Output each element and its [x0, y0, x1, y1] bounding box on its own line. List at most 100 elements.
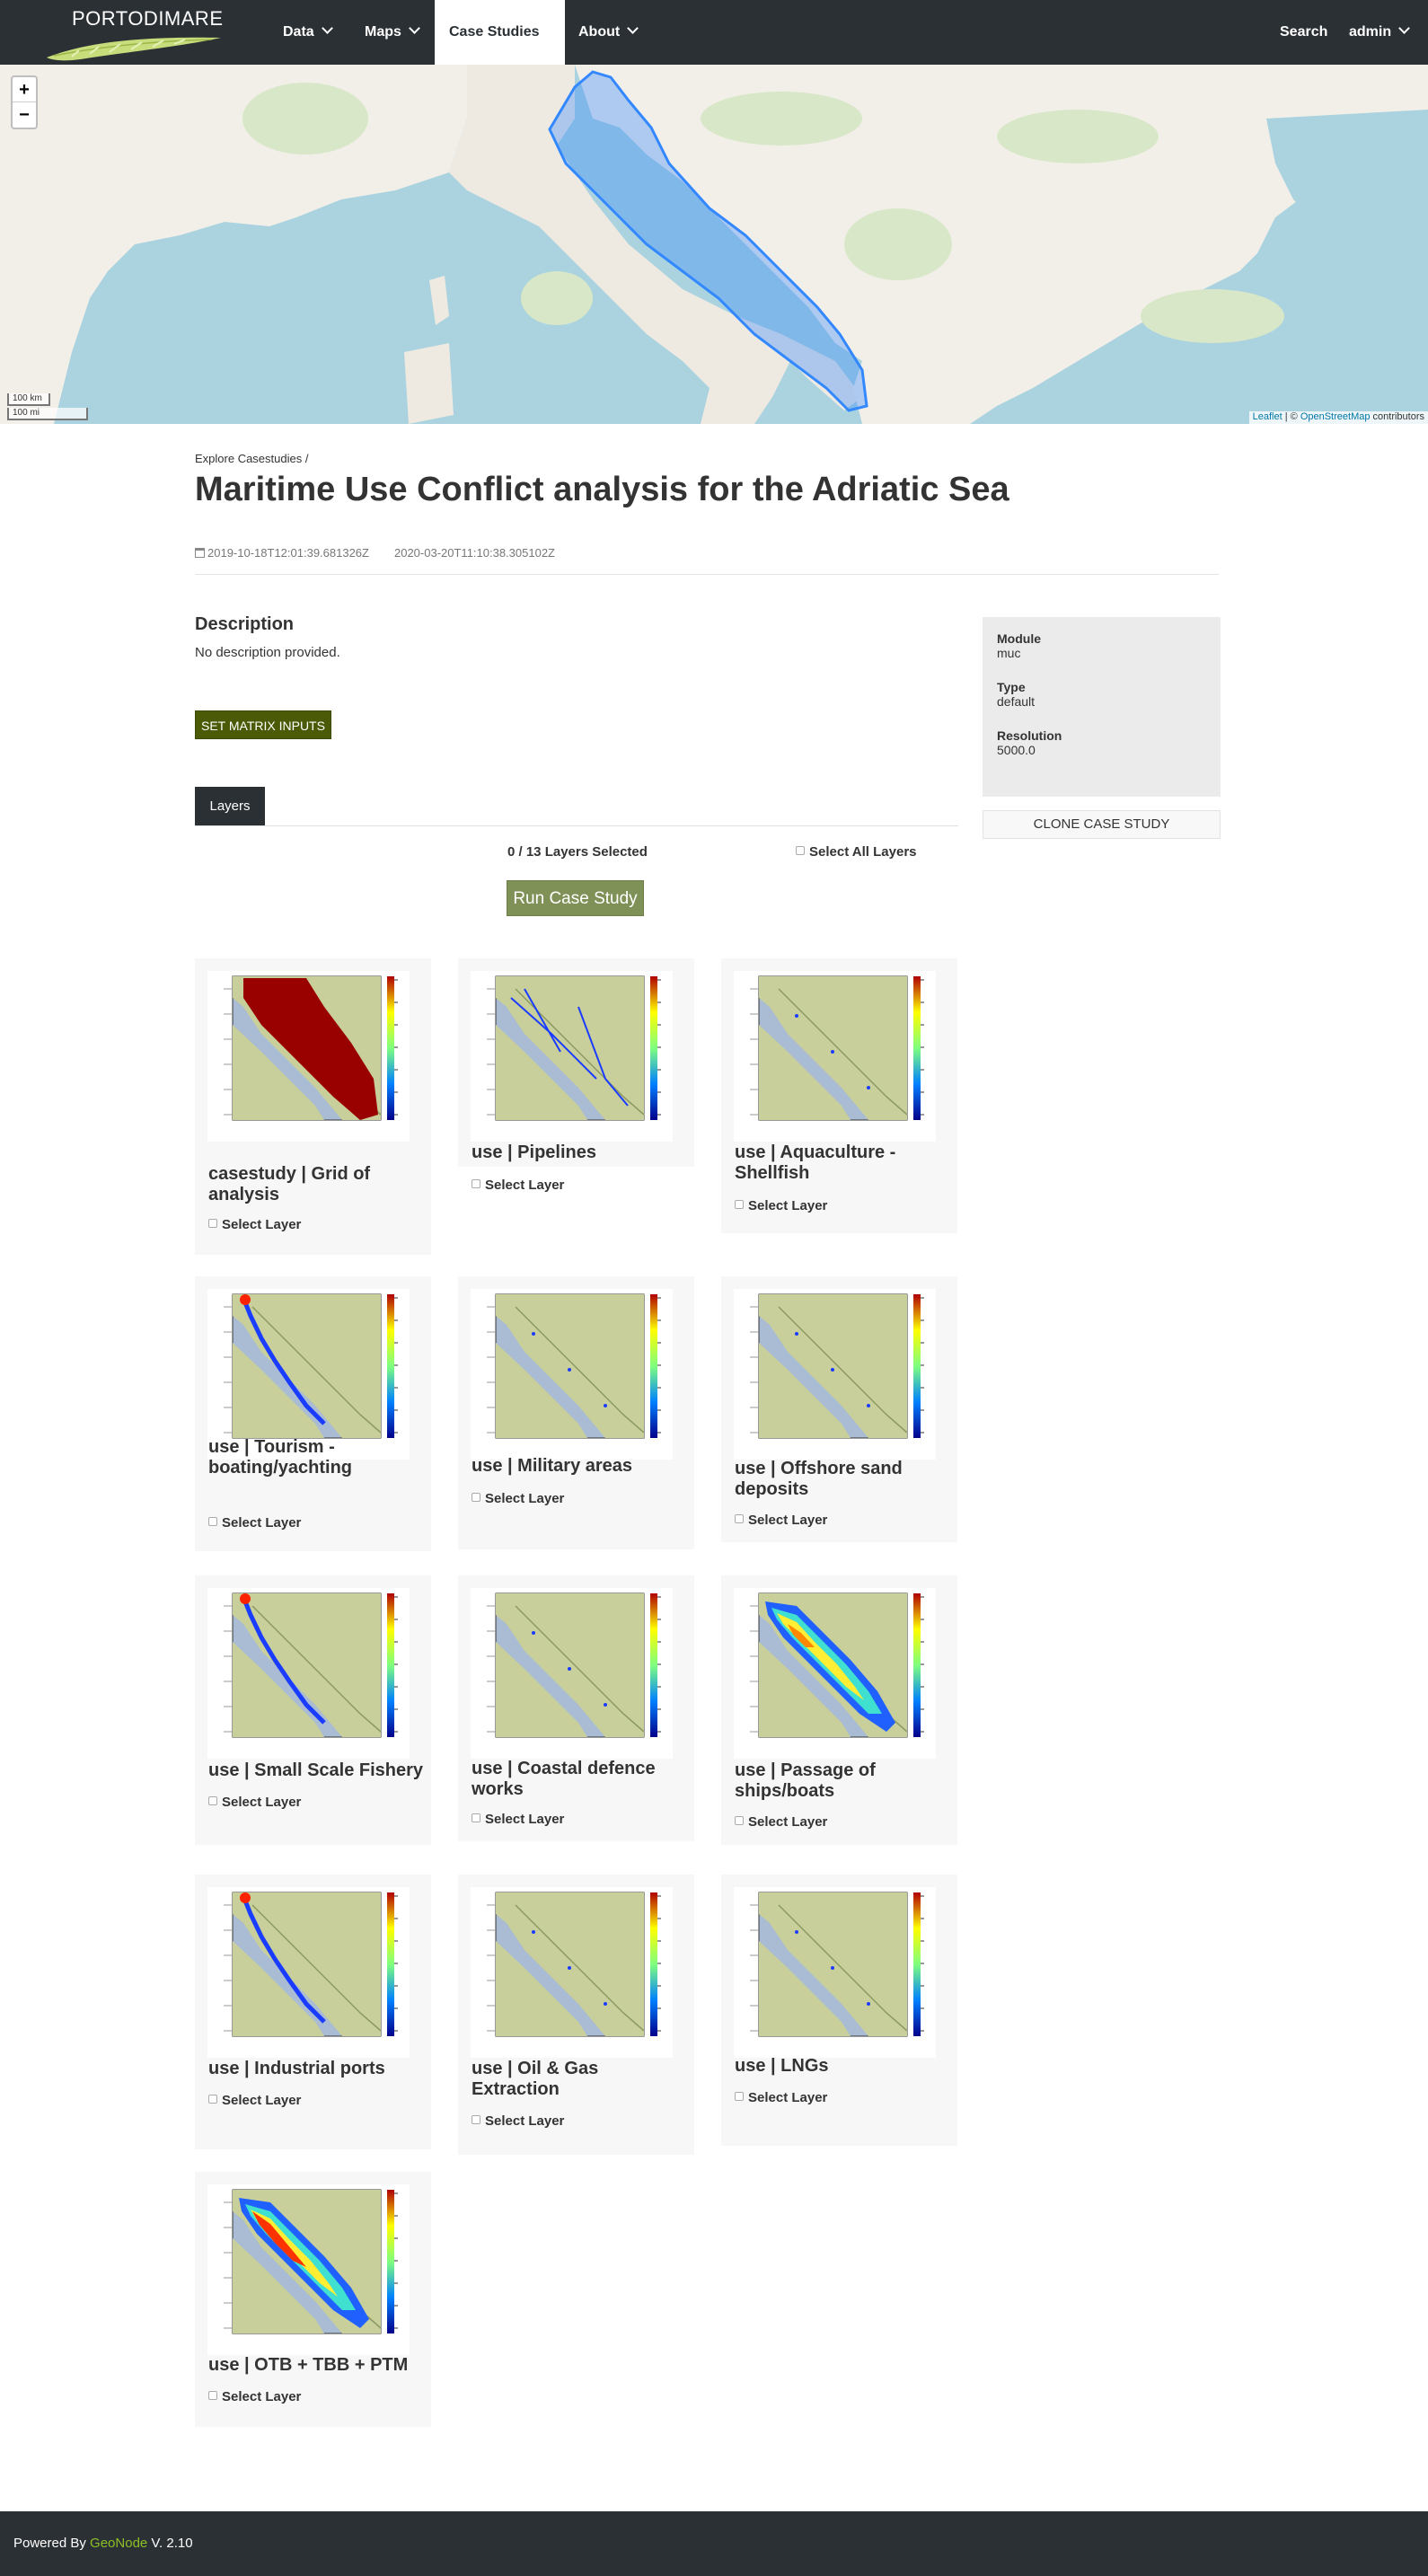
select-all-checkbox[interactable] — [796, 846, 805, 856]
nav-user-menu[interactable]: admin — [1335, 0, 1423, 65]
zoom-out-button[interactable]: − — [13, 102, 36, 128]
select-all-label: Select All Layers — [809, 844, 917, 860]
layer-thumbnail[interactable] — [734, 971, 936, 1142]
select-layer[interactable]: Select Layer — [735, 1814, 827, 1830]
type-value: default — [997, 694, 1036, 709]
layer-title[interactable]: use | Aquaculture - Shellfish — [735, 1142, 950, 1184]
select-layer-checkbox[interactable] — [208, 1517, 217, 1527]
layer-card: use | Military areas Select Layer — [458, 1276, 694, 1549]
layer-title[interactable]: use | Small Scale Fishery — [208, 1760, 424, 1781]
select-layer[interactable]: Select Layer — [208, 2389, 301, 2404]
select-layer-checkbox[interactable] — [472, 1179, 480, 1189]
select-layer[interactable]: Select Layer — [735, 2090, 827, 2105]
layer-title[interactable]: use | Tourism - boating/yachting — [208, 1437, 424, 1478]
select-layer[interactable]: Select Layer — [208, 1795, 301, 1810]
footer-prefix: Powered By — [13, 2536, 91, 2551]
layer-title[interactable]: casestudy | Grid of analysis — [208, 1164, 424, 1205]
select-layer-checkbox[interactable] — [472, 1493, 480, 1503]
layer-title[interactable]: use | Offshore sand deposits — [735, 1459, 950, 1500]
clone-case-study-button[interactable]: CLONE CASE STUDY — [983, 810, 1221, 839]
select-layer[interactable]: Select Layer — [472, 2113, 564, 2129]
layer-title[interactable]: use | Military areas — [472, 1456, 687, 1477]
module-value: muc — [997, 646, 1021, 660]
layer-thumbnail[interactable] — [734, 1588, 936, 1759]
select-layer[interactable]: Select Layer — [208, 2093, 301, 2108]
geonode-link[interactable]: GeoNode — [90, 2536, 147, 2551]
select-layer-checkbox[interactable] — [208, 2391, 217, 2401]
select-layer-label: Select Layer — [485, 2113, 565, 2129]
select-layer-label: Select Layer — [485, 1491, 565, 1506]
select-layer-checkbox[interactable] — [735, 1816, 744, 1826]
chevron-down-icon — [627, 22, 639, 34]
layer-card: use | Tourism - boating/yachting Select L… — [195, 1276, 431, 1551]
nav-about[interactable]: About — [564, 0, 651, 65]
select-layer[interactable]: Select Layer — [472, 1812, 564, 1827]
select-layer-checkbox[interactable] — [208, 2095, 217, 2104]
portodimare-logo[interactable]: PORTODIMARE — [45, 4, 225, 61]
layer-title[interactable]: use | Passage of ships/boats — [735, 1760, 950, 1802]
layer-thumbnail[interactable] — [471, 1289, 673, 1460]
select-layer-checkbox[interactable] — [472, 1813, 480, 1823]
footer-text: Powered By GeoNode V. 2.10 — [13, 2536, 193, 2551]
select-all-layers[interactable]: Select All Layers — [796, 844, 917, 860]
run-case-study-button[interactable]: Run Case Study — [507, 880, 644, 916]
layer-title[interactable]: use | Coastal defence works — [472, 1759, 687, 1800]
select-layer[interactable]: Select Layer — [472, 1491, 564, 1506]
layer-thumbnail[interactable] — [734, 1289, 936, 1460]
osm-link[interactable]: OpenStreetMap — [1300, 411, 1371, 422]
layer-title[interactable]: use | OTB + TBB + PTM — [208, 2355, 424, 2376]
select-layer-checkbox[interactable] — [735, 1514, 744, 1524]
layer-thumbnail[interactable] — [207, 2184, 410, 2355]
layer-thumbnail[interactable] — [207, 1588, 410, 1759]
map-view[interactable] — [0, 65, 1428, 424]
select-layer-label: Select Layer — [748, 1513, 828, 1528]
select-layer-checkbox[interactable] — [208, 1796, 217, 1806]
leaflet-link[interactable]: Leaflet — [1253, 411, 1283, 422]
nav-data[interactable]: Data — [269, 0, 346, 65]
layer-title[interactable]: use | Pipelines — [472, 1142, 687, 1163]
zoom-in-button[interactable]: + — [13, 77, 36, 102]
select-layer[interactable]: Select Layer — [735, 1198, 827, 1213]
map-attribution: Leaflet | © OpenStreetMap contributors — [1248, 411, 1428, 424]
select-layer-checkbox[interactable] — [208, 1219, 217, 1229]
select-layer-label: Select Layer — [222, 2389, 302, 2404]
layer-title[interactable]: use | Oil & Gas Extraction — [472, 2059, 687, 2100]
scale-bar-km: 100 km — [7, 393, 50, 406]
nav-user-label: admin — [1349, 24, 1392, 40]
layer-thumbnail[interactable] — [734, 1887, 936, 2058]
map-tiles[interactable] — [0, 65, 1428, 424]
select-layer-checkbox[interactable] — [735, 1200, 744, 1210]
layers-selected-count: 0 / 13 Layers Selected — [507, 844, 648, 860]
layer-thumbnail[interactable] — [471, 1588, 673, 1759]
set-matrix-inputs-button[interactable]: SET MATRIX INPUTS — [195, 710, 331, 739]
layer-card: casestudy | Grid of analysis Select Layer — [195, 958, 431, 1255]
nav-maps[interactable]: Maps — [350, 0, 433, 65]
select-layer-label: Select Layer — [748, 2090, 828, 2105]
select-layer-checkbox[interactable] — [735, 2092, 744, 2102]
select-layer[interactable]: Select Layer — [735, 1513, 827, 1528]
layer-title[interactable]: use | Industrial ports — [208, 2059, 424, 2079]
layer-thumbnail[interactable] — [471, 1887, 673, 2058]
tab-divider — [195, 825, 958, 826]
select-layer[interactable]: Select Layer — [208, 1515, 301, 1531]
updated-date: 2020-03-20T11:10:38.305102Z — [393, 546, 555, 560]
select-layer[interactable]: Select Layer — [208, 1217, 301, 1232]
tab-layers[interactable]: Layers — [195, 787, 265, 826]
layer-thumbnail[interactable] — [207, 1887, 410, 2058]
nav-case-studies[interactable]: Case Studies — [435, 0, 565, 99]
select-layer-label: Select Layer — [222, 1217, 302, 1232]
select-layer[interactable]: Select Layer — [472, 1178, 564, 1193]
layer-thumbnail[interactable] — [207, 1289, 410, 1460]
breadcrumb[interactable]: Explore Casestudies / — [195, 452, 308, 465]
leaf-logo-icon — [47, 37, 221, 61]
layer-thumbnail[interactable] — [471, 971, 673, 1142]
layer-card: use | OTB + TBB + PTM Select Layer — [195, 2172, 431, 2427]
nav-search[interactable]: Search — [1265, 0, 1342, 65]
top-navbar: PORTODIMARE Data Maps Case Studies About… — [0, 0, 1428, 99]
layer-title[interactable]: use | LNGs — [735, 2056, 950, 2077]
select-layer-label: Select Layer — [748, 1814, 828, 1830]
layer-card: use | Coastal defence works Select Layer — [458, 1575, 694, 1841]
layer-thumbnail[interactable] — [207, 971, 410, 1142]
logo-text: PORTODIMARE — [72, 7, 224, 30]
select-layer-checkbox[interactable] — [472, 2115, 480, 2125]
